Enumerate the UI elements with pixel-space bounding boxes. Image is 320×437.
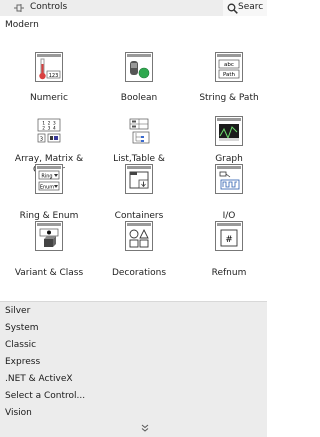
svg-text:3: 3 (40, 137, 43, 143)
path-text: Path (223, 72, 236, 78)
palette-item-io[interactable]: I/O (185, 158, 273, 221)
category-list: Silver System Classic Express .NET & Act… (0, 301, 267, 437)
graph-icon (215, 116, 243, 146)
category-item-select-control[interactable]: Select a Control... (5, 391, 85, 401)
palette-item-ring-enum[interactable]: Ring Enum Ring & Enum (5, 158, 93, 221)
palette-label: Boolean (120, 93, 158, 103)
hash-text: # (225, 235, 233, 245)
decorations-icon (125, 221, 153, 251)
numeric-icon: 123 (35, 52, 63, 82)
string-path-icon: abc Path (215, 52, 243, 82)
io-icon (215, 164, 243, 194)
list-table-tree-icon (129, 118, 150, 144)
palette-item-refnum[interactable]: # Refnum (185, 215, 273, 278)
enum-text: Enum (40, 185, 54, 191)
search-icon (227, 3, 238, 14)
containers-icon (125, 164, 153, 194)
ring-text: Ring (41, 174, 52, 180)
category-item-classic[interactable]: Classic (5, 340, 36, 350)
svg-text:2 3 4: 2 3 4 (42, 126, 56, 132)
ring-enum-icon: Ring Enum (35, 164, 63, 194)
thumbtack-icon[interactable] (13, 3, 25, 13)
svg-text:123: 123 (49, 73, 59, 79)
refnum-icon: # (215, 221, 243, 251)
palette-item-numeric[interactable]: 123 Numeric (5, 46, 93, 108)
palette-label: Numeric (30, 93, 68, 103)
boolean-icon (125, 52, 153, 82)
abc-text: abc (224, 62, 234, 68)
category-item-express[interactable]: Express (5, 357, 40, 367)
variant-class-icon (35, 221, 63, 251)
palette-header: Controls Searc (0, 0, 267, 16)
array-matrix-cluster-icon: 1 2 3 2 3 4 3 (37, 118, 61, 143)
palette-item-string-path[interactable]: abc Path String & Path (185, 46, 273, 108)
category-item-dotnet-activex[interactable]: .NET & ActiveX (5, 374, 73, 384)
palette-item-decorations[interactable]: Decorations (95, 215, 183, 278)
palette-item-variant-class[interactable]: Variant & Class (5, 215, 93, 278)
palette-item-containers[interactable]: Containers (95, 158, 183, 221)
category-item-system[interactable]: System (5, 323, 39, 333)
palette-label: Decorations (111, 268, 167, 278)
section-label-modern: Modern (5, 20, 39, 30)
category-item-silver[interactable]: Silver (5, 306, 30, 316)
double-chevron-down-icon[interactable] (140, 424, 150, 432)
palette-title: Controls (30, 2, 68, 12)
palette-label: Refnum (211, 268, 247, 278)
palette-label: Variant & Class (14, 268, 84, 278)
palette-item-boolean[interactable]: Boolean (95, 46, 183, 108)
palette-label: String & Path (199, 93, 259, 103)
category-item-vision[interactable]: Vision (5, 408, 32, 418)
search-label: Searc (238, 2, 264, 12)
search-button[interactable]: Searc (223, 0, 267, 16)
